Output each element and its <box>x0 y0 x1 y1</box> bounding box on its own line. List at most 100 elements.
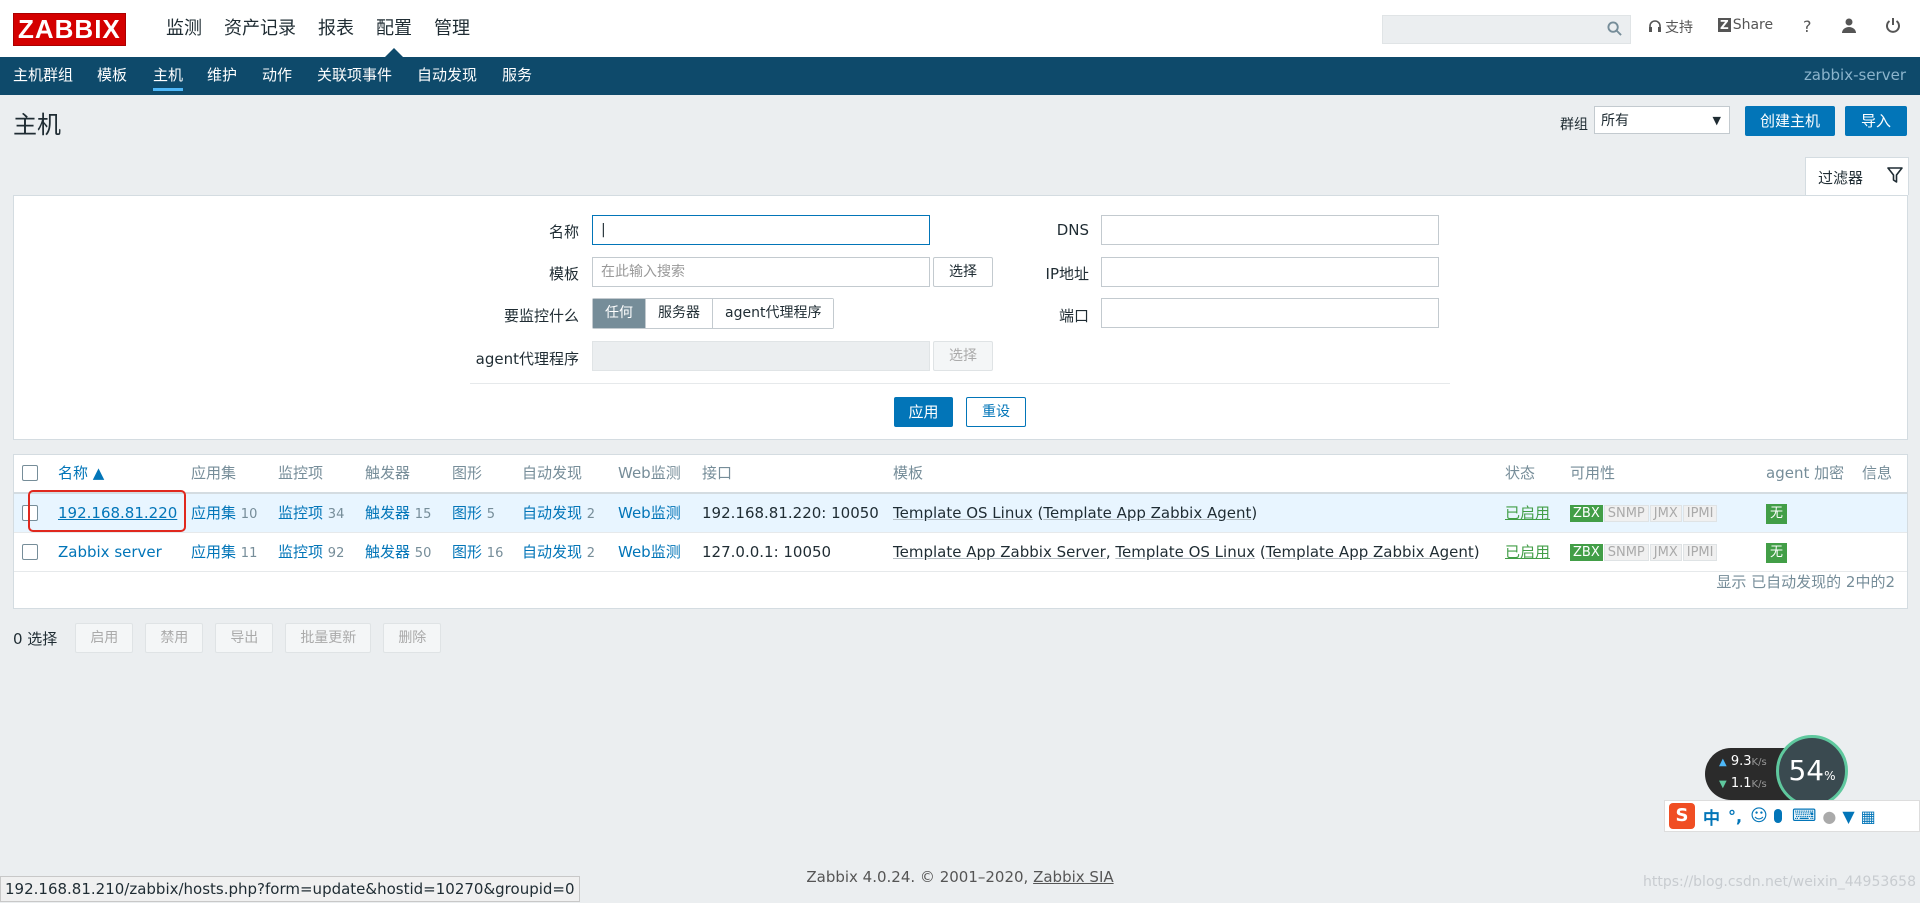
filter-dns-input[interactable] <box>1101 215 1439 245</box>
discovery-cell: 自动发现 2 <box>522 504 596 522</box>
applications-link[interactable]: 应用集 <box>191 504 236 522</box>
microphone-icon[interactable] <box>1773 809 1782 823</box>
support-link[interactable]: 支持 <box>1648 17 1693 37</box>
jmx-badge: JMX <box>1649 505 1682 522</box>
search-icon[interactable] <box>1607 21 1622 36</box>
nav-inventory[interactable]: 资产记录 <box>213 0 307 57</box>
nav-administration[interactable]: 管理 <box>423 0 481 57</box>
zabbix-logo[interactable]: ZABBIX <box>13 13 126 46</box>
nav-monitoring[interactable]: 监测 <box>155 0 213 57</box>
filter-template-input[interactable]: 在此输入搜索 <box>592 257 930 287</box>
applications-link[interactable]: 应用集 <box>191 543 236 561</box>
triggers-cell: 触发器 15 <box>365 504 432 522</box>
import-button[interactable]: 导入 <box>1845 106 1907 136</box>
punctuation-icon[interactable]: °, <box>1728 807 1742 826</box>
sogou-logo-icon[interactable]: S <box>1669 803 1695 829</box>
discovery-link[interactable]: 自动发现 <box>522 543 582 561</box>
triggers-link[interactable]: 触发器 <box>365 543 410 561</box>
triggers-link[interactable]: 触发器 <box>365 504 410 522</box>
filter-apply-button[interactable]: 应用 <box>894 397 953 427</box>
graphs-link[interactable]: 图形 <box>452 504 482 522</box>
help-icon[interactable]: ? <box>1803 17 1812 36</box>
items-link[interactable]: 监控项 <box>278 504 323 522</box>
templates-cell: Template OS Linux (Template App Zabbix A… <box>893 504 1258 522</box>
ipmi-badge: IPMI <box>1682 544 1718 561</box>
status-toggle[interactable]: 已启用 <box>1505 494 1550 532</box>
row-checkbox[interactable] <box>22 544 38 560</box>
templates-cell: Template App Zabbix Server, Template OS … <box>893 543 1480 561</box>
parent-template-link[interactable]: Template App Zabbix Agent <box>1266 543 1474 561</box>
col-agent-encryption: agent 加密 <box>1766 464 1845 482</box>
create-host-button[interactable]: 创建主机 <box>1745 106 1835 136</box>
web-link[interactable]: Web监测 <box>618 533 681 571</box>
discovery-link[interactable]: 自动发现 <box>522 504 582 522</box>
subnav-services[interactable]: 服务 <box>502 57 532 94</box>
monitor-option-any[interactable]: 任何 <box>593 299 646 328</box>
subnav-event-correlation[interactable]: 关联项事件 <box>317 57 392 94</box>
items-cell: 监控项 34 <box>278 504 345 522</box>
subnav-actions[interactable]: 动作 <box>262 57 292 94</box>
subnav-maintenance[interactable]: 维护 <box>207 57 237 94</box>
logout-icon[interactable] <box>1885 17 1901 33</box>
ime-lang-toggle[interactable]: 中 <box>1703 804 1720 829</box>
download-speed: ▼ 1.1K/s <box>1719 776 1767 791</box>
template-select-button[interactable]: 选择 <box>933 257 993 287</box>
template-link[interactable]: Template OS Linux <box>893 504 1033 522</box>
template-link[interactable]: Template App Zabbix Server <box>893 543 1106 561</box>
col-templates: 模板 <box>893 464 924 482</box>
nav-reports[interactable]: 报表 <box>307 0 365 57</box>
zabbix-sia-link[interactable]: Zabbix SIA <box>1033 868 1114 886</box>
toolbox-icon[interactable]: ▦ <box>1861 807 1876 826</box>
blog-watermark: https://blog.csdn.net/weixin_44953658 <box>1642 874 1916 890</box>
status-toggle[interactable]: 已启用 <box>1505 533 1550 571</box>
snmp-badge: SNMP <box>1603 505 1649 522</box>
zbx-badge: ZBX <box>1570 544 1603 561</box>
filter-name-input[interactable]: | <box>592 215 930 245</box>
graphs-link[interactable]: 图形 <box>452 543 482 561</box>
zbx-badge: ZBX <box>1570 505 1603 522</box>
keyboard-icon[interactable]: ⌨ <box>1792 806 1817 826</box>
monitor-option-proxy[interactable]: agent代理程序 <box>713 299 834 328</box>
ipmi-badge: IPMI <box>1682 505 1718 522</box>
nav-configuration[interactable]: 配置 <box>365 0 423 57</box>
jmx-badge: JMX <box>1649 544 1682 561</box>
filter-icon <box>1887 167 1903 183</box>
user-profile-icon[interactable] <box>1841 17 1857 33</box>
subnav-templates[interactable]: 模板 <box>97 57 127 94</box>
template-link[interactable]: Template OS Linux <box>1115 543 1255 561</box>
status-bar-url: 192.168.81.210/zabbix/hosts.php?form=upd… <box>0 876 580 902</box>
col-applications: 应用集 <box>191 464 237 482</box>
emoji-icon[interactable]: ☺ <box>1750 806 1768 826</box>
share-link[interactable]: Z Share <box>1718 17 1773 33</box>
filter-port-input[interactable] <box>1101 298 1439 328</box>
col-name-sort[interactable]: 名称 ▲ <box>58 455 104 491</box>
col-items: 监控项 <box>278 464 324 482</box>
col-web: Web监测 <box>618 464 681 482</box>
skin-icon[interactable]: ▼ <box>1842 807 1854 826</box>
filter-ip-label: IP地址 <box>1045 265 1089 283</box>
filter-ip-input[interactable] <box>1101 257 1439 287</box>
group-select[interactable]: 所有 ▼ <box>1594 106 1730 134</box>
select-all-checkbox[interactable] <box>22 465 38 481</box>
col-triggers: 触发器 <box>365 464 411 482</box>
col-status: 状态 <box>1505 464 1536 482</box>
items-link[interactable]: 监控项 <box>278 543 323 561</box>
share-icon: Z <box>1718 18 1731 32</box>
avatar-icon[interactable]: ● <box>1822 807 1836 826</box>
global-search-input[interactable] <box>1382 15 1631 44</box>
web-link[interactable]: Web监测 <box>618 494 681 532</box>
subnav-host-groups[interactable]: 主机群组 <box>13 57 73 94</box>
filter-reset-button[interactable]: 重设 <box>966 397 1026 427</box>
filter-dns-label: DNS <box>1056 221 1089 239</box>
filter-proxy-label: agent代理程序 <box>475 350 579 368</box>
subnav-discovery[interactable]: 自动发现 <box>417 57 477 94</box>
snmp-badge: SNMP <box>1603 544 1649 561</box>
subnav-hosts[interactable]: 主机 <box>153 57 184 94</box>
host-name-link[interactable]: Zabbix server <box>58 533 162 571</box>
monitor-option-server[interactable]: 服务器 <box>646 299 713 328</box>
main-nav: 监测 资产记录 报表 配置 管理 <box>155 0 481 57</box>
col-availability: 可用性 <box>1570 464 1616 482</box>
parent-template-link[interactable]: Template App Zabbix Agent <box>1043 504 1251 522</box>
filter-tab[interactable]: 过滤器 <box>1805 157 1909 195</box>
memory-usage-gauge[interactable]: 54% <box>1776 735 1848 807</box>
